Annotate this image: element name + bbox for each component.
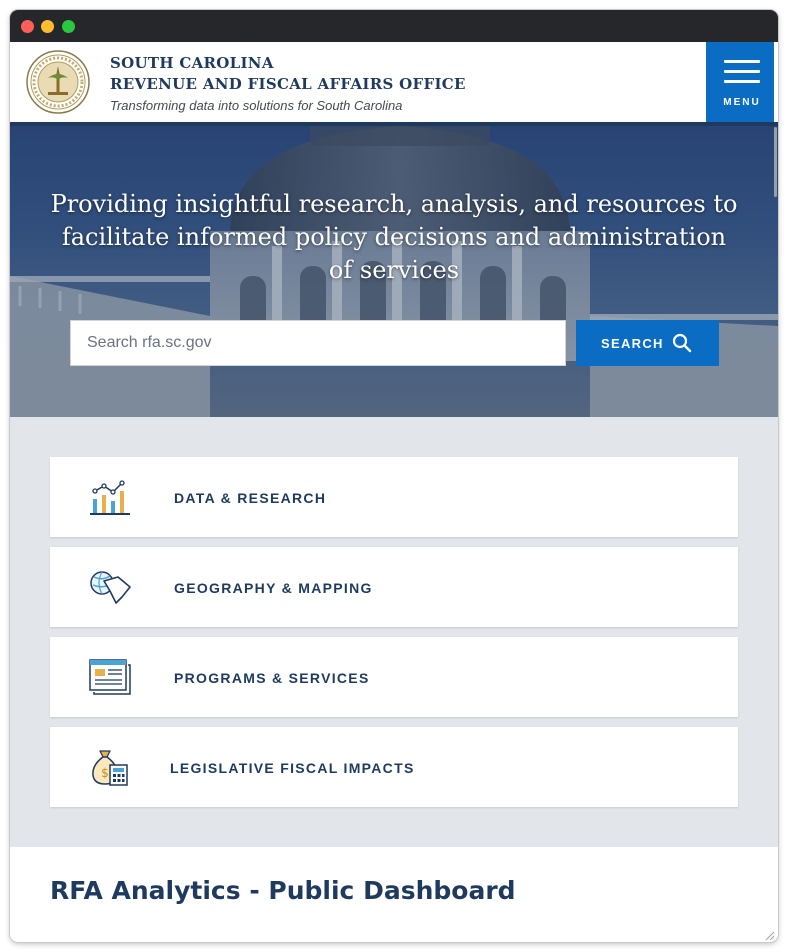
card-geography-mapping[interactable]: GEOGRAPHY & MAPPING: [50, 547, 738, 627]
minimize-window-button[interactable]: [41, 20, 54, 33]
maximize-window-button[interactable]: [62, 20, 75, 33]
card-programs-services[interactable]: PROGRAMS & SERVICES: [50, 637, 738, 717]
scrollbar-thumb[interactable]: [774, 127, 777, 197]
globe-map-icon: [90, 571, 131, 604]
card-label: GEOGRAPHY & MAPPING: [174, 580, 373, 596]
card-legislative-fiscal-impacts[interactable]: $ LEGISLATIVE FISCAL IMPACTS: [50, 727, 738, 807]
menu-label: MENU: [723, 97, 761, 108]
resize-grip-icon[interactable]: [764, 930, 774, 940]
search-button-label: SEARCH: [601, 336, 664, 351]
quick-links-section: DATA & RESEARCH GEOGRAPHY & MAPPING PROG…: [10, 417, 778, 847]
menu-button[interactable]: MENU: [706, 42, 774, 122]
card-label: LEGISLATIVE FISCAL IMPACTS: [170, 760, 415, 776]
site-title-line2[interactable]: REVENUE AND FISCAL AFFAIRS OFFICE: [110, 75, 466, 93]
hamburger-icon: [724, 60, 760, 63]
search-button[interactable]: SEARCH: [576, 320, 719, 366]
browser-window: SOUTH CAROLINA REVENUE AND FISCAL AFFAIR…: [10, 10, 778, 942]
card-data-research[interactable]: DATA & RESEARCH: [50, 457, 738, 537]
site-tagline: Transforming data into solutions for Sou…: [110, 98, 403, 113]
document-icon: [89, 659, 131, 695]
site-title-line1[interactable]: SOUTH CAROLINA: [110, 54, 274, 72]
hero-banner: Providing insightful research, analysis,…: [10, 126, 778, 417]
svg-text:$: $: [101, 766, 109, 780]
window-titlebar: [10, 10, 778, 42]
web-page: SOUTH CAROLINA REVENUE AND FISCAL AFFAIR…: [10, 42, 778, 942]
chart-icon: [90, 480, 130, 515]
card-label: DATA & RESEARCH: [174, 490, 327, 506]
dashboard-heading: RFA Analytics - Public Dashboard: [50, 876, 516, 905]
money-bag-calculator-icon: $: [92, 750, 128, 786]
search-icon: [672, 333, 692, 353]
site-header: SOUTH CAROLINA REVENUE AND FISCAL AFFAIR…: [10, 42, 778, 122]
site-search-input[interactable]: [70, 320, 566, 366]
card-label: PROGRAMS & SERVICES: [174, 670, 370, 686]
hero-heading: Providing insightful research, analysis,…: [50, 190, 738, 284]
state-seal-logo[interactable]: [26, 50, 90, 114]
close-window-button[interactable]: [21, 20, 34, 33]
